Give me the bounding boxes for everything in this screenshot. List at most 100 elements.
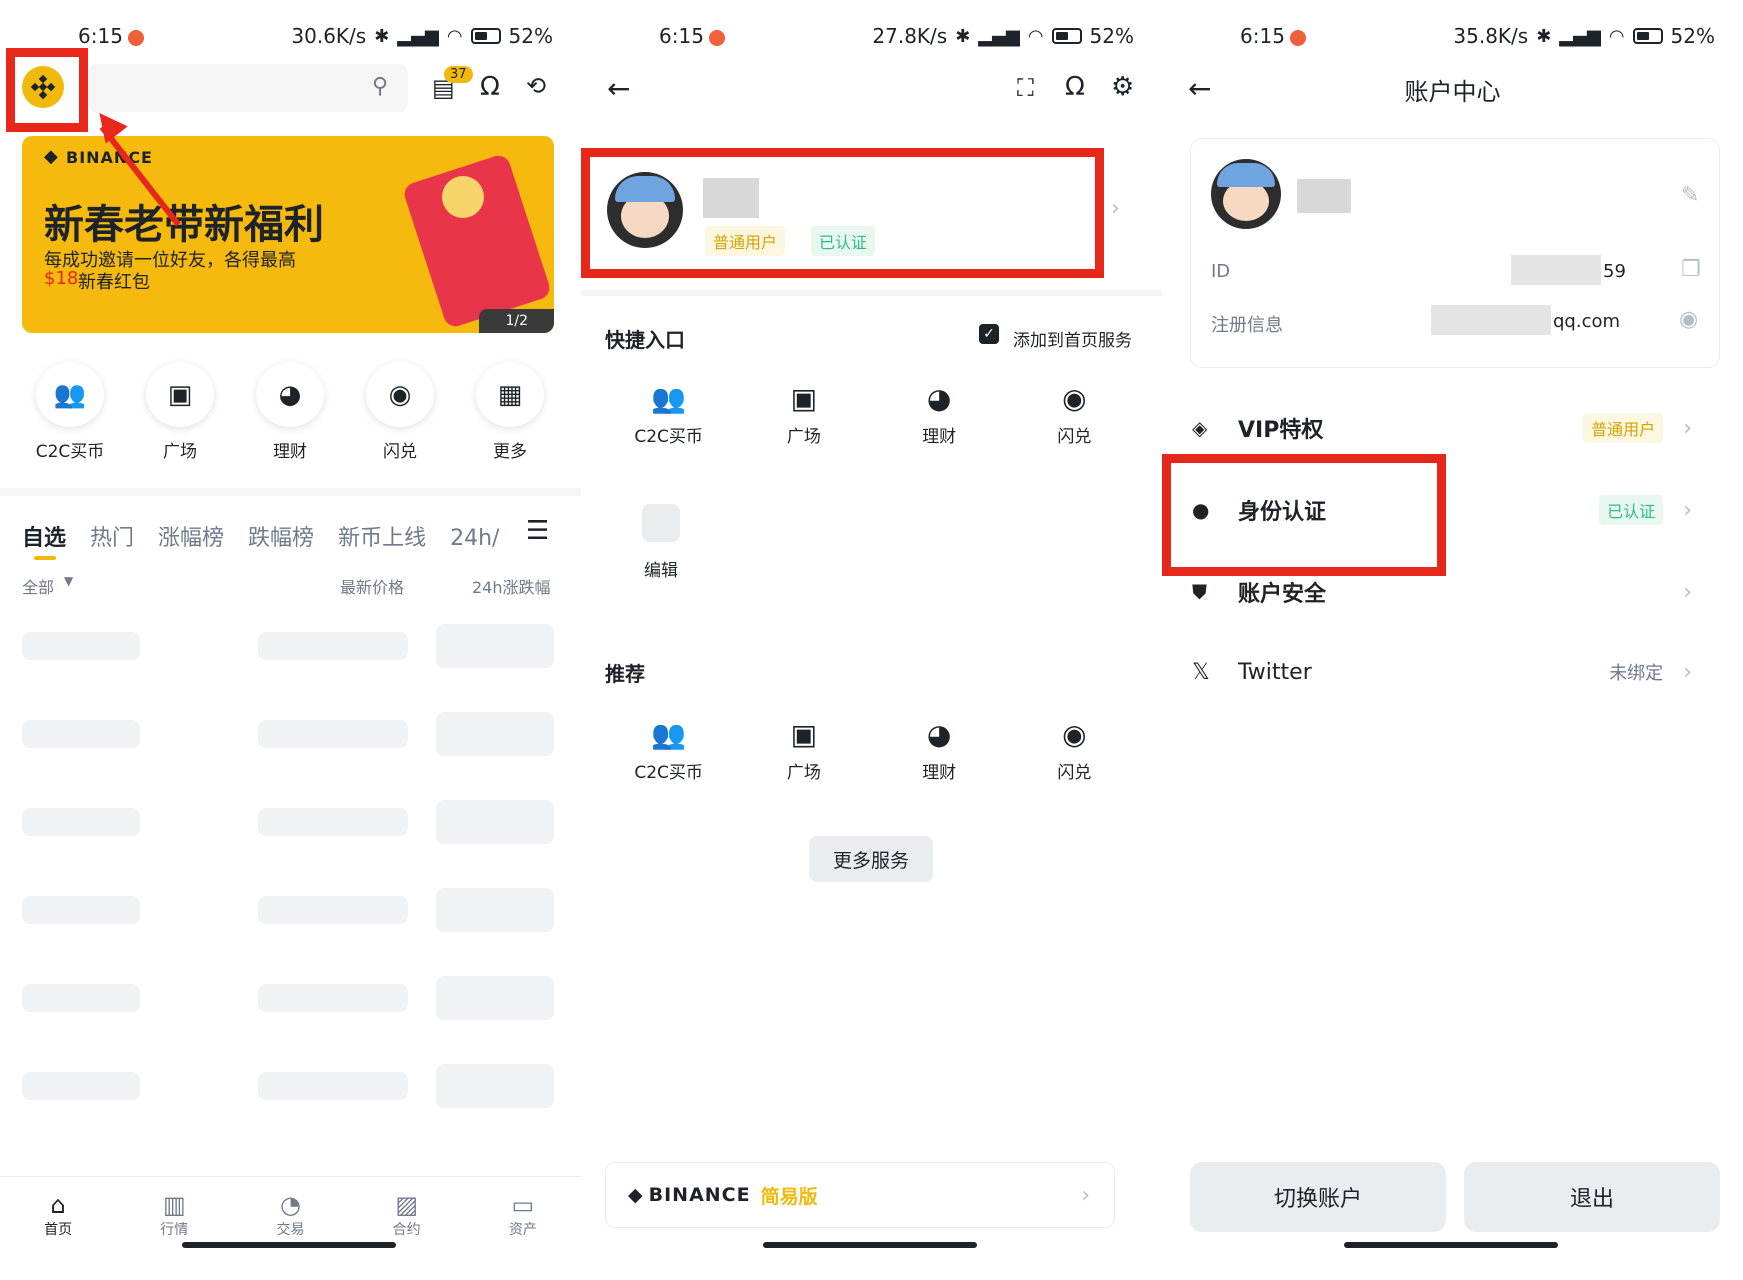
shortcut-earn[interactable]: ◕ 理财 [884,382,994,462]
square-feed-icon: ▣ [790,382,818,415]
status-time: 6:15 [659,24,704,48]
promo-banner[interactable]: BINANCE ◆ 新春老带新福利 每成功邀请一位好友，各得最高 $18 新春红… [22,136,554,333]
recommend-label: 广场 [786,763,821,783]
bottom-nav: ⌂ 首页 ▥ 行情 ◔ 交易 ▨ 合约 ▭ 资产 [0,1176,581,1246]
quick-item-more[interactable]: ▦ 更多 [460,362,560,462]
loading-skeleton [22,632,140,660]
market-tabs: 自选 热门 涨幅榜 跌幅榜 新币上线 24h/ [22,520,523,552]
tab-favorites[interactable]: 自选 [22,526,66,551]
eye-icon[interactable]: ◉ [1679,307,1698,332]
chevron-right-icon: › [1683,579,1692,605]
shortcut-square[interactable]: ▣ 广场 [749,382,859,462]
nav-futures[interactable]: ▨ 合约 [367,1191,447,1246]
nav-markets[interactable]: ▥ 行情 [134,1191,214,1246]
scan-icon[interactable]: ⛶ [1017,74,1034,102]
shortcut-label: 闪兑 [1057,427,1092,447]
nav-markets-label: 行情 [160,1222,189,1238]
tab-new-listing[interactable]: 新币上线 [338,526,426,551]
email-tail: qq.com [1553,311,1621,332]
settings-gear-icon[interactable]: ⚙ [1111,72,1134,102]
nav-home-label: 首页 [44,1222,73,1238]
recommend-square[interactable]: ▣ 广场 [749,718,859,798]
shield-icon: ⛊ [1192,580,1207,604]
loading-skeleton [436,976,554,1020]
email-redacted [1431,305,1551,335]
highlight-box-profile-card [581,148,1104,278]
shortcut-label: 广场 [786,427,821,447]
signal-icon: ▂▄▆ [978,25,1020,47]
futures-icon: ▨ [395,1191,418,1219]
shortcut-c2c[interactable]: 👥 C2C买币 [614,382,724,462]
edit-shortcut[interactable]: 编辑 [611,504,711,581]
home-icon: ⌂ [50,1191,66,1219]
wifi-icon: ◠ [446,25,463,47]
nav-home[interactable]: ⌂ 首页 [18,1191,98,1246]
edit-label: 编辑 [644,561,678,581]
banner-amount: $18 [44,268,79,289]
banner-logo-icon: ◆ [44,146,58,167]
quick-item-convert[interactable]: ◉ 闪兑 [350,362,450,462]
trade-icon: ◔ [279,1191,301,1219]
recommend-earn[interactable]: ◕ 理财 [884,718,994,798]
column-24h-change[interactable]: 24h涨跌幅 [472,574,551,598]
search-icon[interactable]: ⚲ [372,74,388,99]
binance-lite-entry[interactable]: ◆ BINANCE 简易版 › [605,1162,1115,1228]
row-vip-label: VIP特权 [1238,418,1324,443]
tab-hot[interactable]: 热门 [90,526,134,551]
headset-icon[interactable]: Ω [1065,72,1085,102]
logout-button[interactable]: 退出 [1464,1162,1720,1232]
row-twitter[interactable]: 𝕏 Twitter 未绑定 › [1192,652,1692,692]
dropdown-icon[interactable]: ▼ [64,574,73,588]
copy-icon[interactable]: ❐ [1681,257,1701,282]
quick-item-earn[interactable]: ◕ 理财 [240,362,340,462]
recommend-convert[interactable]: ◉ 闪兑 [1019,718,1129,798]
quick-item-square[interactable]: ▣ 广场 [130,362,230,462]
back-arrow-icon[interactable]: ← [607,72,630,105]
recommend-label: 闪兑 [1057,763,1092,783]
filter-all[interactable]: 全部 [22,574,54,598]
checkbox-checked-icon[interactable]: ✓ [979,324,999,344]
quick-item-c2c[interactable]: 👥 C2C买币 [20,362,120,462]
nav-trade[interactable]: ◔ 交易 [250,1191,330,1246]
more-services-button[interactable]: 更多服务 [809,836,933,882]
notification-count: 37 [444,66,473,83]
row-vip[interactable]: ◈ VIP特权 普通用户 › [1192,408,1692,448]
recommend-label: 理财 [922,763,957,783]
share-icon[interactable]: ⟲ [526,72,546,100]
bluetooth-icon: ✱ [1536,25,1552,47]
add-to-home-label[interactable]: 添加到首页服务 [1013,326,1132,351]
search-input[interactable] [88,64,408,112]
tab-losers[interactable]: 跌幅榜 [248,526,314,551]
shortcut-convert[interactable]: ◉ 闪兑 [1019,382,1129,462]
loading-skeleton [22,1072,140,1100]
network-speed: 35.8K/s [1453,24,1529,48]
banner-line2: 新春红包 [78,272,150,293]
section-divider [0,488,581,496]
chevron-right-icon: › [1081,1182,1090,1208]
quick-item-label: 闪兑 [383,442,417,462]
tab-24h[interactable]: 24h/ [450,526,499,551]
username-redacted [1297,179,1351,213]
tabs-menu-icon[interactable]: ☰ [526,516,549,546]
tab-gainers[interactable]: 涨幅榜 [158,526,224,551]
row-security-label: 账户安全 [1238,582,1327,607]
switch-account-button[interactable]: 切换账户 [1190,1162,1446,1232]
swap-icon: ◉ [1062,382,1087,415]
bluetooth-icon: ✱ [955,25,971,47]
recommend-c2c[interactable]: 👥 C2C买币 [614,718,724,798]
headset-icon[interactable]: Ω [480,72,500,102]
nav-assets[interactable]: ▭ 资产 [483,1191,563,1246]
chevron-right-icon: › [1683,659,1692,685]
network-speed: 27.8K/s [872,24,948,48]
id-redacted [1511,255,1601,285]
loading-skeleton [436,712,554,756]
edit-icon[interactable]: ✎ [1681,183,1699,208]
section-divider [581,290,1162,296]
lite-brand: BINANCE [648,1184,751,1206]
column-latest-price[interactable]: 最新价格 [340,574,404,598]
loading-skeleton [22,984,140,1012]
row-account-security[interactable]: ⛊ 账户安全 › [1192,572,1692,612]
network-speed: 30.6K/s [291,24,367,48]
nav-futures-label: 合约 [392,1222,421,1238]
wifi-icon: ◠ [1027,25,1044,47]
